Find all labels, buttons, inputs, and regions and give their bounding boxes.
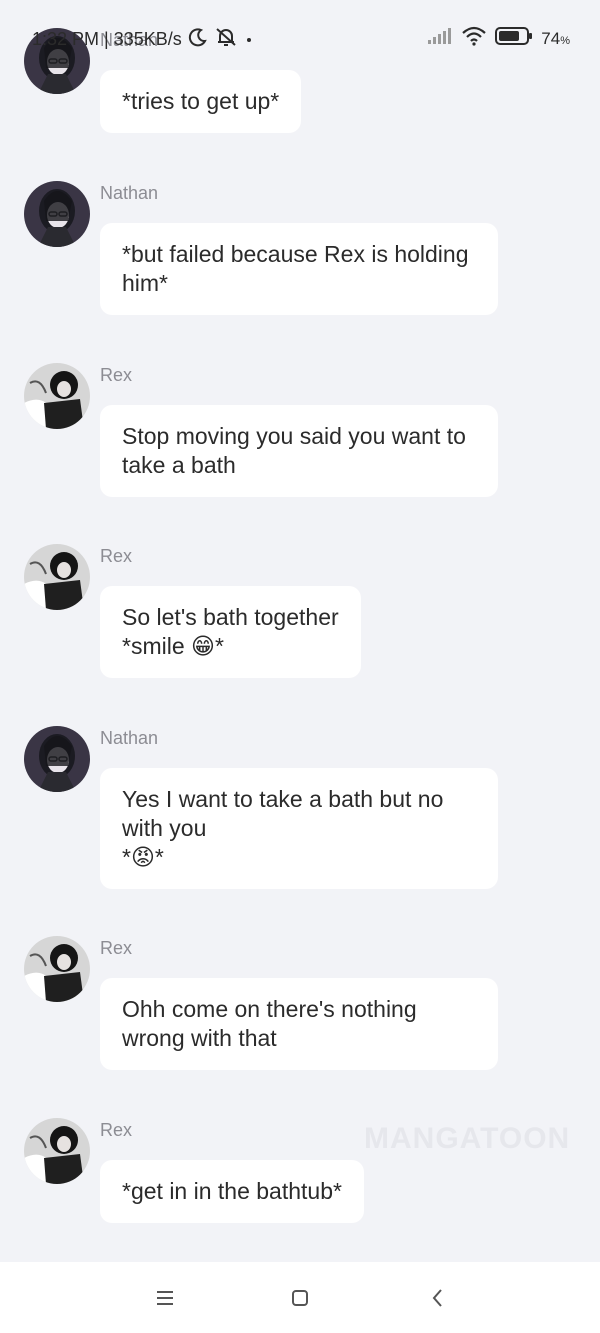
status-bar: 1:32 PM | 335KB/s 74% [0, 24, 600, 54]
rex-avatar[interactable] [24, 936, 90, 1002]
sender-name: Rex [100, 365, 133, 385]
sender-name: Rex [100, 546, 133, 566]
sender-name: Rex [100, 938, 133, 958]
status-time-speed: 1:32 PM | 335KB/s [32, 29, 182, 49]
status-right: 74% [427, 26, 570, 51]
rex-avatar[interactable] [24, 544, 90, 610]
moon-icon [188, 27, 208, 52]
sender-name: Rex [100, 1120, 133, 1140]
signal-icon [427, 27, 453, 50]
nathan-avatar[interactable] [24, 181, 90, 247]
status-left: 1:32 PM | 335KB/s [32, 26, 254, 53]
battery-percent: 74% [541, 29, 570, 49]
battery-value: 74 [541, 28, 561, 48]
wifi-icon [461, 26, 487, 51]
navigation-bar [0, 1262, 600, 1333]
menu-icon[interactable] [153, 1286, 177, 1310]
message-bubble[interactable]: *get in in the bathtub* [100, 1160, 364, 1223]
sender-name: Nathan [100, 183, 159, 203]
dot-icon [244, 29, 254, 50]
message-bubble[interactable]: Yes I want to take a bath but no with yo… [100, 768, 498, 889]
message-bubble[interactable]: Stop moving you said you want to take a … [100, 405, 498, 497]
message-bubble[interactable]: *but failed because Rex is holding him* [100, 223, 498, 315]
message-bubble[interactable]: Ohh come on there's nothing wrong with t… [100, 978, 498, 1070]
mangatoon-watermark: MANGATOON [364, 1122, 571, 1155]
home-square-icon[interactable] [288, 1286, 312, 1310]
message-bubble[interactable]: *tries to get up* [100, 70, 302, 133]
rex-avatar[interactable] [24, 363, 90, 429]
sender-name: Nathan [100, 728, 159, 748]
nathan-avatar[interactable] [24, 726, 90, 792]
battery-unit: % [560, 34, 570, 47]
bell-muted-icon [214, 26, 238, 53]
battery-icon [495, 27, 533, 50]
back-chevron-icon[interactable] [426, 1286, 450, 1310]
chat-screen: Nathan *tries to get up* Nathan *but fai… [0, 0, 600, 1333]
rex-avatar[interactable] [24, 1118, 90, 1184]
message-bubble[interactable]: So let's bath together *smile 😁* [100, 586, 361, 678]
